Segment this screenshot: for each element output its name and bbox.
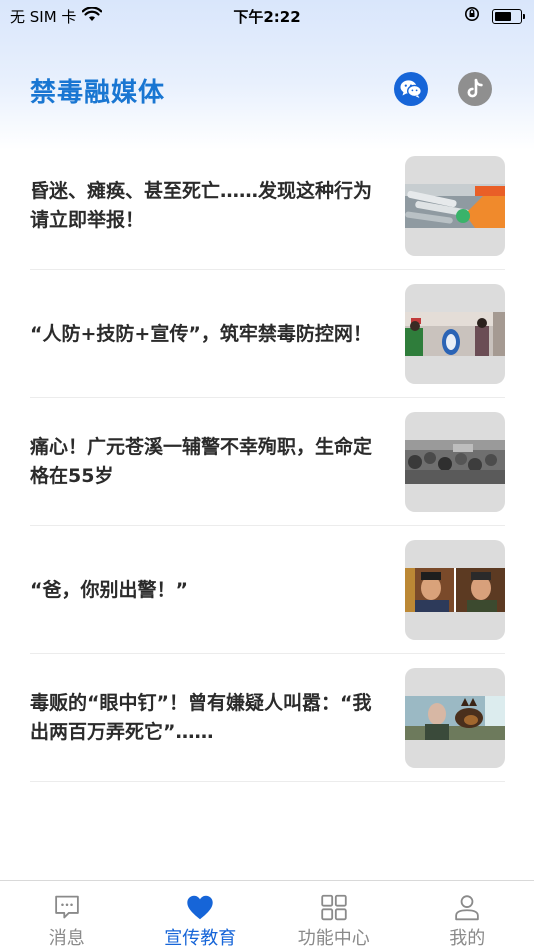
app-title: 禁毒融媒体 xyxy=(30,78,166,108)
news-title: 痛心！广元苍溪一辅警不幸殉职，生命定格在55岁 xyxy=(30,436,373,487)
tab-label: 功能中心 xyxy=(297,928,370,949)
news-list: 昏迷、瘫痪、甚至死亡……发现这种行为请立即举报！ “人防+技防+宣传”，筑牢禁毒… xyxy=(30,142,505,782)
tab-messages[interactable]: 消息 xyxy=(0,881,134,950)
news-thumbnail xyxy=(405,284,505,384)
news-item[interactable]: 痛心！广元苍溪一辅警不幸殉职，生命定格在55岁 xyxy=(30,398,505,526)
status-bar: 无 SIM 卡 下午2:22 xyxy=(0,0,534,32)
news-title: 毒贩的“眼中钉”！曾有嫌疑人叫嚣：“我出两百万弄死它”…… xyxy=(30,692,372,743)
grid-icon xyxy=(321,894,347,921)
news-item[interactable]: 毒贩的“眼中钉”！曾有嫌疑人叫嚣：“我出两百万弄死它”…… xyxy=(30,654,505,782)
news-title: “爸，你别出警！” xyxy=(30,578,188,601)
tab-education[interactable]: 宣传教育 xyxy=(134,881,268,950)
tab-label: 宣传教育 xyxy=(164,928,237,949)
bottom-tab-bar: 消息 宣传教育 功能中心 我的 xyxy=(0,880,534,950)
news-thumbnail xyxy=(405,540,505,640)
tab-functions[interactable]: 功能中心 xyxy=(267,881,401,950)
wechat-icon xyxy=(400,80,422,98)
news-title: 昏迷、瘫痪、甚至死亡……发现这种行为请立即举报！ xyxy=(30,180,373,231)
tiktok-button[interactable] xyxy=(458,72,492,106)
news-thumbnail xyxy=(405,668,505,768)
news-item[interactable]: “人防+技防+宣传”，筑牢禁毒防控网！ xyxy=(30,270,505,398)
wechat-button[interactable] xyxy=(394,72,428,106)
battery-icon xyxy=(492,8,525,24)
status-time: 下午2:22 xyxy=(233,8,301,26)
status-right xyxy=(464,6,525,26)
tab-label: 消息 xyxy=(48,928,85,949)
news-item[interactable]: “爸，你别出警！” xyxy=(30,526,505,654)
tab-me[interactable]: 我的 xyxy=(401,881,534,950)
news-title: “人防+技防+宣传”，筑牢禁毒防控网！ xyxy=(30,322,372,345)
news-item[interactable]: 昏迷、瘫痪、甚至死亡……发现这种行为请立即举报！ xyxy=(30,142,505,270)
tab-label: 我的 xyxy=(449,928,486,949)
person-icon xyxy=(455,895,480,921)
heart-icon xyxy=(187,895,213,920)
orientation-lock-icon xyxy=(464,6,480,26)
message-icon xyxy=(54,895,79,919)
news-thumbnail xyxy=(405,412,505,512)
tiktok-icon xyxy=(467,78,483,98)
news-thumbnail xyxy=(405,156,505,256)
